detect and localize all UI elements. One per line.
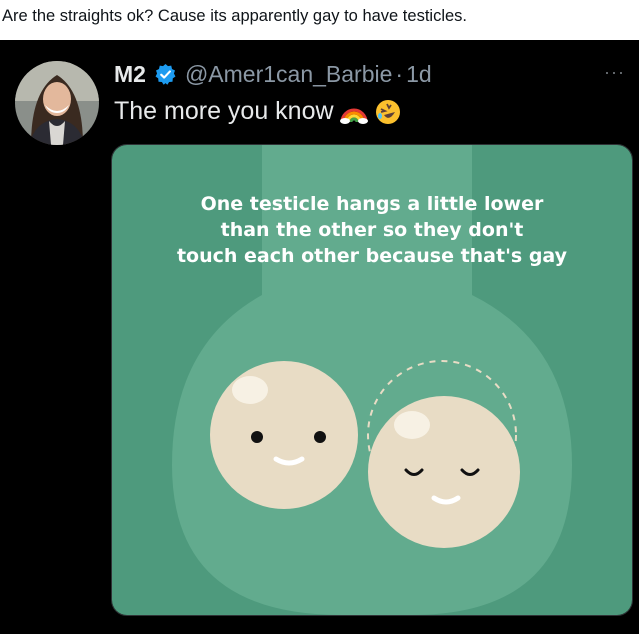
tweet-card[interactable]: M2 @Amer1can_Barbie · 1d ··· The more yo… — [0, 40, 639, 634]
tweet-text: The more you know — [114, 97, 402, 126]
rolling-on-floor-laughing-icon — [374, 98, 402, 126]
tweet-header: M2 @Amer1can_Barbie · 1d — [114, 59, 432, 89]
handle[interactable]: @Amer1can_Barbie — [185, 61, 392, 88]
display-name[interactable]: M2 — [114, 61, 146, 88]
tweet-text-content: The more you know — [114, 97, 334, 125]
meme-line: One testicle hangs a little lower — [200, 193, 544, 215]
timestamp[interactable]: 1d — [406, 61, 432, 88]
meme-caption: One testicle hangs a little lower than t… — [112, 191, 632, 269]
meme-line: than the other so they don't — [220, 219, 524, 241]
post-caption-bar: Are the straights ok? Cause its apparent… — [0, 0, 639, 40]
more-options-icon[interactable]: ··· — [604, 62, 625, 83]
avatar[interactable] — [15, 61, 99, 145]
tweet-media-image[interactable]: One testicle hangs a little lower than t… — [111, 144, 633, 616]
verified-badge-icon — [154, 63, 177, 86]
post-caption: Are the straights ok? Cause its apparent… — [2, 7, 467, 25]
separator-dot: · — [395, 60, 404, 87]
rainbow-icon — [339, 100, 368, 124]
meme-line: touch each other because that's gay — [176, 245, 568, 267]
